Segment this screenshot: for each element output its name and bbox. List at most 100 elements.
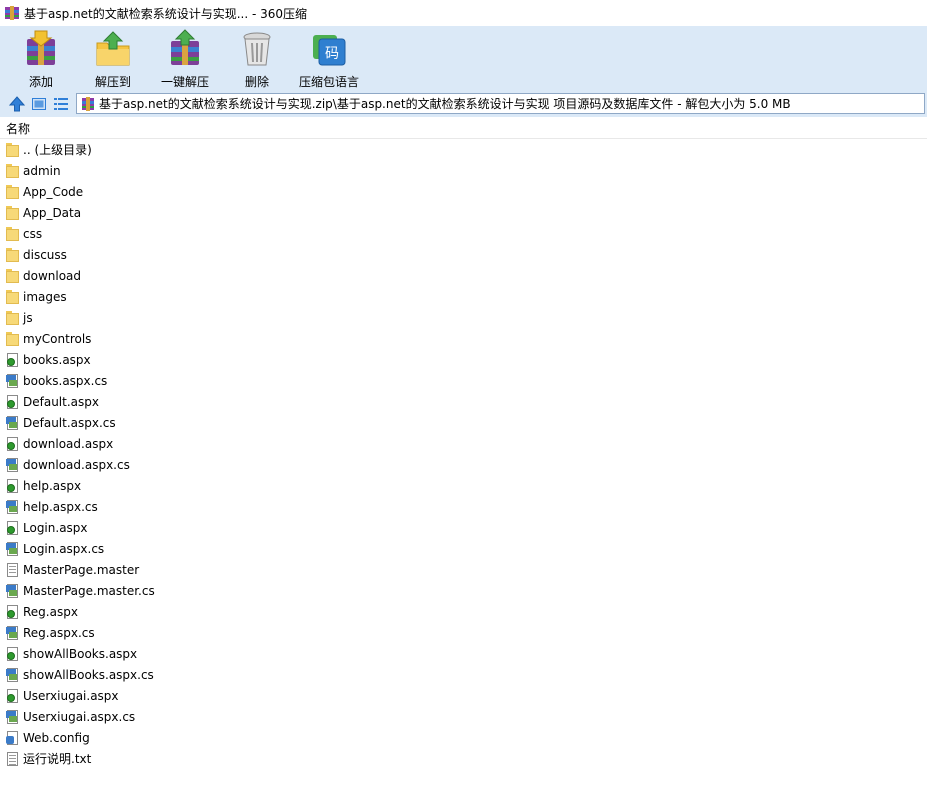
folder-icon — [5, 268, 21, 284]
text-file-icon — [5, 751, 21, 767]
list-item[interactable]: download.aspx — [0, 433, 927, 454]
list-item[interactable]: books.aspx — [0, 349, 927, 370]
list-item-label: .. (上级目录) — [23, 143, 92, 157]
archive-language-icon: 码 — [309, 29, 349, 69]
arrow-up-icon — [9, 95, 25, 111]
list-item-label: showAllBooks.aspx — [23, 646, 138, 661]
folder-icon — [5, 331, 21, 347]
folder-icon — [5, 142, 21, 158]
list-item-label: js — [23, 310, 33, 325]
cs-file-icon — [5, 457, 21, 473]
list-item[interactable]: .. (上级目录) — [0, 139, 927, 160]
extract-to-button[interactable]: 解压到 — [81, 26, 145, 90]
list-item[interactable]: Default.aspx — [0, 391, 927, 412]
one-click-extract-icon — [165, 29, 205, 69]
list-view-icon — [54, 97, 68, 110]
folder-icon — [5, 205, 21, 221]
list-item[interactable]: download.aspx.cs — [0, 454, 927, 475]
list-item[interactable]: Userxiugai.aspx — [0, 685, 927, 706]
column-name-label: 名称 — [6, 121, 31, 136]
list-item[interactable]: Web.config — [0, 727, 927, 748]
aspx-file-icon — [5, 394, 21, 410]
cs-file-icon — [5, 625, 21, 641]
file-list: .. (上级目录) admin App_Code App_Data css di… — [0, 139, 927, 769]
list-item[interactable]: css — [0, 223, 927, 244]
list-item[interactable]: discuss — [0, 244, 927, 265]
list-item[interactable]: showAllBooks.aspx.cs — [0, 664, 927, 685]
add-archive-icon — [21, 29, 61, 69]
list-item[interactable]: download — [0, 265, 927, 286]
folder-icon — [5, 163, 21, 179]
list-item[interactable]: Default.aspx.cs — [0, 412, 927, 433]
list-item-label: download — [23, 268, 82, 283]
list-item[interactable]: help.aspx.cs — [0, 496, 927, 517]
delete-button[interactable]: 删除 — [225, 26, 289, 90]
list-item-label: discuss — [23, 247, 67, 262]
list-item[interactable]: Login.aspx.cs — [0, 538, 927, 559]
list-item[interactable]: MasterPage.master — [0, 559, 927, 580]
aspx-file-icon — [5, 604, 21, 620]
list-item-label: download.aspx — [23, 436, 114, 451]
list-item[interactable]: Login.aspx — [0, 517, 927, 538]
list-item-label: showAllBooks.aspx.cs — [23, 667, 154, 682]
list-item-label: download.aspx.cs — [23, 457, 130, 472]
aspx-file-icon — [5, 352, 21, 368]
list-item-label: App_Code — [23, 184, 84, 199]
aspx-file-icon — [5, 520, 21, 536]
list-item[interactable]: App_Data — [0, 202, 927, 223]
address-bar: 基于asp.net的文献检索系统设计与实现.zip\基于asp.net的文献检索… — [0, 90, 927, 117]
list-item[interactable]: js — [0, 307, 927, 328]
list-item[interactable]: showAllBooks.aspx — [0, 643, 927, 664]
list-item-label: Web.config — [23, 730, 90, 745]
cs-file-icon — [5, 541, 21, 557]
archive-language-label: 压缩包语言 — [298, 75, 359, 89]
list-item[interactable]: Userxiugai.aspx.cs — [0, 706, 927, 727]
list-item[interactable]: books.aspx.cs — [0, 370, 927, 391]
extract-to-icon — [93, 29, 133, 69]
thumbnail-view-button[interactable] — [30, 95, 48, 113]
list-item-label: Login.aspx.cs — [23, 541, 105, 556]
toolbar: 添加 解压到 一键解压 删除 码 压缩包语言 — [0, 26, 927, 90]
cs-file-icon — [5, 709, 21, 725]
list-item-label: myControls — [23, 331, 92, 346]
aspx-file-icon — [5, 436, 21, 452]
add-button[interactable]: 添加 — [9, 26, 73, 90]
one-click-extract-label: 一键解压 — [160, 75, 209, 89]
archive-language-button[interactable]: 码 压缩包语言 — [297, 26, 361, 90]
folder-icon — [5, 289, 21, 305]
archive-icon — [81, 96, 95, 111]
one-click-extract-button[interactable]: 一键解压 — [153, 26, 217, 90]
list-item-label: App_Data — [23, 205, 82, 220]
list-item[interactable]: 运行说明.txt — [0, 748, 927, 769]
list-item[interactable]: help.aspx — [0, 475, 927, 496]
cs-file-icon — [5, 415, 21, 431]
list-item-label: books.aspx — [23, 352, 91, 367]
list-item[interactable]: MasterPage.master.cs — [0, 580, 927, 601]
list-item[interactable]: App_Code — [0, 181, 927, 202]
list-item-label: Userxiugai.aspx — [23, 688, 119, 703]
list-item[interactable]: Reg.aspx — [0, 601, 927, 622]
list-item[interactable]: Reg.aspx.cs — [0, 622, 927, 643]
cs-file-icon — [5, 667, 21, 683]
list-item-label: admin — [23, 163, 61, 178]
list-item[interactable]: myControls — [0, 328, 927, 349]
list-item[interactable]: admin — [0, 160, 927, 181]
large-icon-view-icon — [32, 97, 46, 110]
up-folder-button[interactable] — [8, 95, 26, 113]
aspx-file-icon — [5, 688, 21, 704]
title-bar: 基于asp.net的文献检索系统设计与实现... - 360压缩 — [0, 0, 927, 26]
list-item-label: Reg.aspx.cs — [23, 625, 95, 640]
list-item-label: books.aspx.cs — [23, 373, 108, 388]
list-item-label: 运行说明.txt — [23, 752, 92, 766]
list-item-label: Reg.aspx — [23, 604, 78, 619]
delete-label: 删除 — [244, 75, 269, 89]
column-header-name[interactable]: 名称 — [0, 118, 927, 139]
folder-icon — [5, 310, 21, 326]
list-item[interactable]: images — [0, 286, 927, 307]
path-field[interactable]: 基于asp.net的文献检索系统设计与实现.zip\基于asp.net的文献检索… — [76, 93, 925, 114]
list-view-button[interactable] — [52, 95, 70, 113]
window-title: 基于asp.net的文献检索系统设计与实现... - 360压缩 — [24, 6, 308, 21]
list-item-label: MasterPage.master.cs — [23, 583, 155, 598]
list-item-label: help.aspx.cs — [23, 499, 98, 514]
cs-file-icon — [5, 583, 21, 599]
